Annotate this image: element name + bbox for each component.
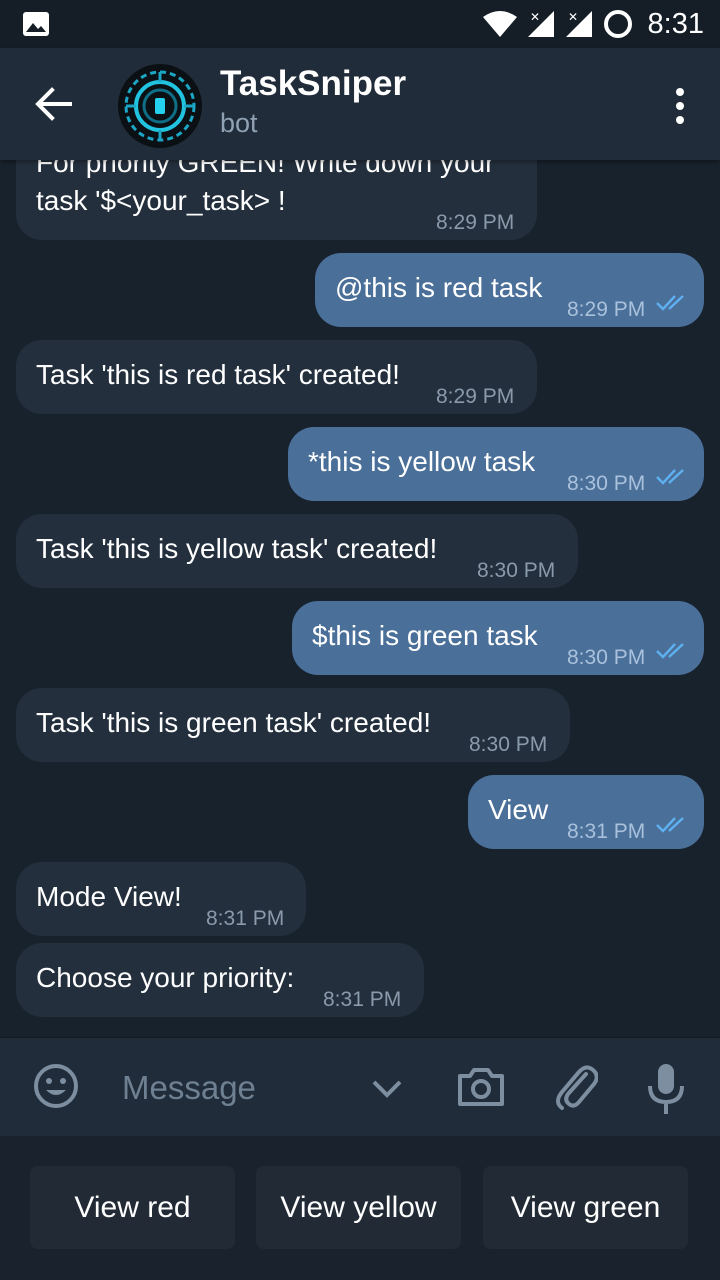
chat-title: TaskSniper xyxy=(220,64,407,103)
message-line: For priority GREEN! Write down your xyxy=(36,160,495,178)
view-green-button[interactable]: View green xyxy=(483,1166,688,1249)
bot-avatar[interactable] xyxy=(118,64,202,148)
message-text: $this is green task xyxy=(312,620,538,651)
message-input[interactable] xyxy=(120,1060,354,1116)
message-time: 8:30 PM xyxy=(469,733,548,756)
message-list[interactable]: For priority GREEN! Write down your task… xyxy=(0,160,720,1037)
message-text: Task 'this is yellow task' created! xyxy=(36,533,438,564)
chat-header: TaskSniper bot xyxy=(0,48,720,160)
double-check-icon xyxy=(656,295,684,311)
message-time: 8:29 PM xyxy=(436,385,515,408)
attach-icon[interactable] xyxy=(552,1060,598,1112)
message-text: @this is red task xyxy=(335,272,543,303)
more-vert-icon[interactable] xyxy=(670,86,690,126)
outgoing-message[interactable]: @this is red task 8:29 PM xyxy=(315,253,704,327)
double-check-icon xyxy=(656,817,684,833)
outgoing-message[interactable]: $this is green task 8:30 PM xyxy=(292,601,704,675)
message-text: Task 'this is green task' created! xyxy=(36,707,432,738)
message-text: Task 'this is red task' created! xyxy=(36,359,400,390)
incoming-message[interactable]: Task 'this is green task' created! 8:30 … xyxy=(16,688,570,762)
message-text: For priority GREEN! Write down your task… xyxy=(36,160,495,220)
gallery-icon xyxy=(23,12,49,36)
incoming-message[interactable]: For priority GREEN! Write down your task… xyxy=(16,160,537,240)
composer-bar xyxy=(0,1037,720,1137)
battery-icon xyxy=(603,10,632,38)
message-time: 8:31 PM xyxy=(206,907,285,930)
view-yellow-button[interactable]: View yellow xyxy=(256,1166,461,1249)
double-check-icon xyxy=(656,469,684,485)
message-text: Mode View! xyxy=(36,881,182,912)
signal-icon-2: ✕ xyxy=(565,10,592,37)
message-time: 8:29 PM xyxy=(567,298,646,321)
message-time: 8:30 PM xyxy=(477,559,556,582)
message-time: 8:30 PM xyxy=(567,646,646,669)
message-time: 8:31 PM xyxy=(567,820,646,843)
emoji-icon[interactable] xyxy=(32,1062,80,1110)
signal-icon: ✕ xyxy=(527,10,554,37)
double-check-icon xyxy=(656,643,684,659)
incoming-message[interactable]: Mode View! 8:31 PM xyxy=(16,862,306,936)
incoming-message[interactable]: Task 'this is red task' created! 8:29 PM xyxy=(16,340,537,414)
outgoing-message[interactable]: View 8:31 PM xyxy=(468,775,704,849)
message-time: 8:31 PM xyxy=(323,988,402,1011)
incoming-message[interactable]: Task 'this is yellow task' created! 8:30… xyxy=(16,514,578,588)
message-time: 8:29 PM xyxy=(436,211,515,234)
mic-icon[interactable] xyxy=(646,1062,686,1116)
svg-text:✕: ✕ xyxy=(568,10,578,24)
back-arrow-icon[interactable] xyxy=(30,82,80,126)
message-text: *this is yellow task xyxy=(308,446,536,477)
bot-keyboard: View red View yellow View green xyxy=(0,1136,720,1280)
status-time: 8:31 xyxy=(647,7,704,40)
svg-text:✕: ✕ xyxy=(530,10,540,24)
status-bar: ✕ ✕ 8:31 xyxy=(0,0,720,48)
chat-subtitle: bot xyxy=(220,108,258,138)
message-text: View xyxy=(488,794,549,825)
incoming-message[interactable]: Choose your priority: 8:31 PM xyxy=(16,943,424,1017)
view-red-button[interactable]: View red xyxy=(30,1166,235,1249)
bot-avatar-graphic xyxy=(124,70,196,142)
message-text: Choose your priority: xyxy=(36,962,295,993)
message-time: 8:30 PM xyxy=(567,472,646,495)
message-line: task '$<your_task> ! xyxy=(36,185,286,216)
chevron-down-icon[interactable] xyxy=(370,1068,404,1108)
wifi-icon xyxy=(482,11,517,37)
camera-icon[interactable] xyxy=(456,1062,506,1110)
outgoing-message[interactable]: *this is yellow task 8:30 PM xyxy=(288,427,704,501)
